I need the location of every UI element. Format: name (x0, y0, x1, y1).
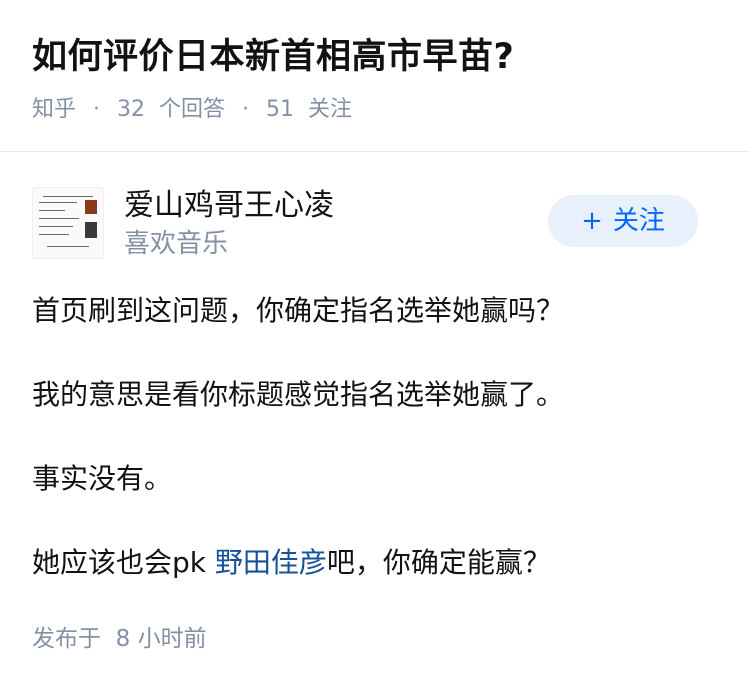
publish-time[interactable]: 发布于 8 小时前 (32, 622, 207, 656)
follow-label: 关注 (612, 206, 665, 236)
answers-count-label: 个回答 (159, 97, 226, 122)
author-bio: 喜欢音乐 (124, 229, 229, 259)
plus-icon: + (581, 206, 603, 236)
answers-count-value: 32 (117, 97, 146, 122)
publish-label: 发布于 (32, 626, 101, 652)
followers-count-label: 关注 (308, 97, 353, 122)
answer-paragraph: 事实没有。 (32, 462, 173, 495)
publish-time-value: 8 小时前 (115, 626, 207, 652)
answer-paragraph: 首页刷到这问题，你确定指名选举她赢吗？ (32, 294, 565, 327)
separator-dot: · (93, 97, 101, 122)
author-avatar[interactable] (32, 187, 104, 259)
author-name[interactable]: 爱山鸡哥王心凌 (124, 186, 334, 226)
question-header: 如何评价日本新首相高市早苗? 知乎 · 32 个回答 · 51 关注 (0, 0, 750, 152)
source-label[interactable]: 知乎 (32, 97, 76, 122)
person-link[interactable]: 野田佳彦 (215, 546, 327, 579)
followers-count[interactable]: 51 关注 (266, 97, 352, 122)
answer-paragraph: 我的意思是看你标题感觉指名选举她赢了。 (32, 378, 565, 411)
answer-paragraph: 她应该也会pk 野田佳彦吧，你确定能赢？ (32, 536, 722, 590)
question-meta: 知乎 · 32 个回答 · 51 关注 (32, 94, 352, 126)
answers-count[interactable]: 32 个回答 (117, 97, 225, 122)
separator-dot: · (242, 97, 250, 122)
followers-count-value: 51 (266, 97, 295, 122)
question-title[interactable]: 如何评价日本新首相高市早苗? (32, 30, 514, 84)
follow-button[interactable]: + 关注 (548, 195, 698, 247)
header-divider (0, 151, 750, 152)
answer-text: 吧，你确定能赢？ (326, 546, 551, 579)
answer-content: 首页刷到这问题，你确定指名选举她赢吗？ 我的意思是看你标题感觉指名选举她赢了。 … (32, 284, 722, 590)
answer-text: 她应该也会pk (32, 546, 215, 579)
